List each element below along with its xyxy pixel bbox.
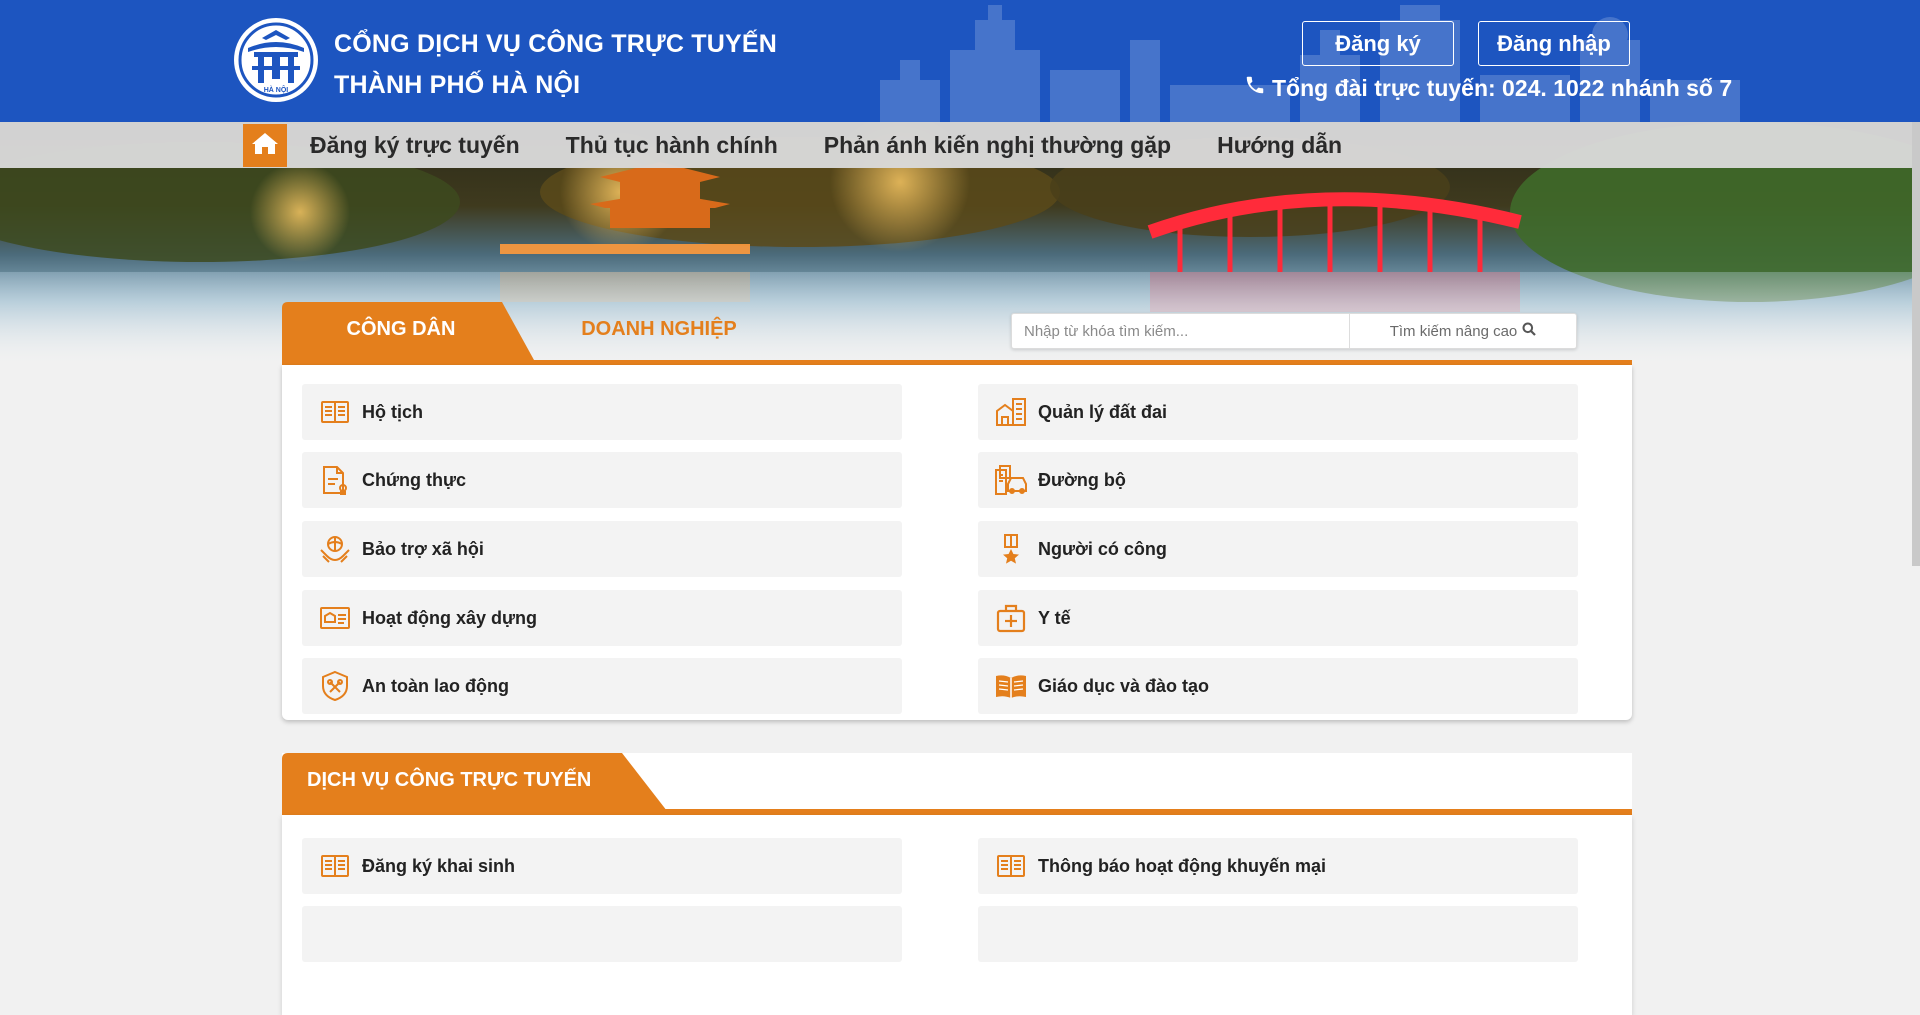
category-label: Bảo trợ xã hội (362, 538, 484, 559)
page-scrollbar[interactable] (1912, 122, 1920, 566)
medal-icon (994, 532, 1028, 566)
nav-item-guide[interactable]: Hướng dẫn (1217, 132, 1342, 159)
nav-item-administrative-procedures[interactable]: Thủ tục hành chính (566, 132, 778, 159)
advanced-search-button[interactable]: Tìm kiếm nâng cao (1349, 314, 1576, 348)
category-label: Y tế (1038, 607, 1071, 628)
category-label: Người có công (1038, 538, 1167, 559)
site-header: HÀ NỘI CỔNG DỊCH VỤ CÔNG TRỰC TUYẾN THÀN… (0, 0, 1920, 122)
book-icon (318, 849, 352, 883)
category-label: Giáo dục và đào tạo (1038, 675, 1210, 696)
portal-title-line2: THÀNH PHỐ HÀ NỘI (334, 71, 581, 99)
service-tile-partial[interactable] (978, 906, 1578, 962)
search-box: Tìm kiếm nâng cao (1011, 313, 1577, 349)
tab-citizen[interactable]: CÔNG DÂN (282, 302, 534, 360)
nav-items: Đăng ký trực tuyến Thủ tục hành chính Ph… (310, 122, 1388, 168)
category-label: Hoạt động xây dựng (362, 607, 538, 628)
id-card-icon (318, 601, 352, 635)
service-thong-bao-khuyen-mai[interactable]: Thông báo hoạt động khuyến mại (978, 838, 1578, 894)
medical-kit-icon (994, 601, 1028, 635)
category-y-te[interactable]: Y tế (978, 590, 1578, 646)
phone-icon (1244, 74, 1266, 102)
category-ho-tich[interactable]: Hộ tịch (302, 384, 902, 440)
service-label: Thông báo hoạt động khuyến mại (1038, 855, 1326, 876)
book-icon (994, 849, 1028, 883)
portal-title-line1: CỔNG DỊCH VỤ CÔNG TRỰC TUYẾN (334, 30, 778, 58)
online-services-grid: Đăng ký khai sinh Thông báo hoạt động kh… (282, 815, 1632, 1015)
main-nav: Đăng ký trực tuyến Thủ tục hành chính Ph… (0, 122, 1920, 168)
category-label: Hộ tịch (362, 401, 423, 422)
category-label: An toàn lao động (362, 675, 509, 696)
online-services-tab: DỊCH VỤ CÔNG TRỰC TUYẾN (282, 753, 667, 811)
tab-business[interactable]: DOANH NGHIỆP (534, 302, 784, 356)
online-services-panel: DỊCH VỤ CÔNG TRỰC TUYẾN Đăng ký khai sin… (282, 753, 1632, 1015)
open-book-icon (994, 669, 1028, 703)
document-icon (318, 463, 352, 497)
buildings-icon (994, 395, 1028, 429)
category-an-toan-lao-dong[interactable]: An toàn lao động (302, 658, 902, 714)
online-services-title: DỊCH VỤ CÔNG TRỰC TUYẾN (307, 768, 592, 791)
service-dang-ky-khai-sinh[interactable]: Đăng ký khai sinh (302, 838, 902, 894)
category-nguoi-co-cong[interactable]: Người có công (978, 521, 1578, 577)
login-button[interactable]: Đăng nhập (1478, 21, 1630, 66)
category-chung-thuc[interactable]: Chứng thực (302, 452, 902, 508)
hotline[interactable]: Tổng đài trực tuyến: 024. 1022 nhánh số … (1244, 74, 1732, 102)
category-duong-bo[interactable]: Đường bộ (978, 452, 1578, 508)
category-quan-ly-dat-dai[interactable]: Quản lý đất đai (978, 384, 1578, 440)
service-label: Đăng ký khai sinh (362, 855, 516, 876)
hanoi-logo[interactable]: HÀ NỘI (234, 18, 318, 102)
tab-citizen-label: CÔNG DÂN (346, 317, 456, 340)
search-icon (1522, 322, 1537, 340)
category-label: Đường bộ (1038, 469, 1126, 490)
safety-shield-icon (318, 669, 352, 703)
svg-text:HÀ NỘI: HÀ NỘI (264, 85, 289, 94)
hands-globe-icon (318, 532, 352, 566)
nav-home-button[interactable] (243, 124, 287, 167)
home-icon (251, 131, 279, 160)
nav-item-online-registration[interactable]: Đăng ký trực tuyến (310, 132, 520, 159)
service-category-panel: CÔNG DÂN DOANH NGHIỆP Tìm kiếm nâng cao … (282, 302, 1632, 720)
category-label: Quản lý đất đai (1038, 401, 1168, 422)
nav-item-feedback-faq[interactable]: Phản ánh kiến nghị thường gặp (824, 132, 1171, 159)
category-hoat-dong-xay-dung[interactable]: Hoạt động xây dựng (302, 590, 902, 646)
book-icon (318, 395, 352, 429)
online-services-header: DỊCH VỤ CÔNG TRỰC TUYẾN (282, 753, 1632, 811)
portal-title: CỔNG DỊCH VỤ CÔNG TRỰC TUYẾN THÀNH PHỐ H… (334, 24, 777, 106)
hotline-text: Tổng đài trực tuyến: 024. 1022 nhánh số … (1272, 74, 1733, 101)
category-label: Chứng thực (362, 469, 467, 490)
category-bao-tro-xa-hoi[interactable]: Bảo trợ xã hội (302, 521, 902, 577)
audience-tabs: CÔNG DÂN DOANH NGHIỆP Tìm kiếm nâng cao (282, 302, 1632, 360)
service-tile-partial[interactable] (302, 906, 902, 962)
advanced-search-label: Tìm kiếm nâng cao (1389, 322, 1518, 340)
category-grid: Hộ tịch Quản lý đất đai Chứng thực Đường… (282, 365, 1632, 720)
car-building-icon (994, 463, 1028, 497)
register-button[interactable]: Đăng ký (1302, 21, 1454, 66)
search-input[interactable] (1012, 314, 1349, 348)
category-giao-duc-dao-tao[interactable]: Giáo dục và đào tạo (978, 658, 1578, 714)
